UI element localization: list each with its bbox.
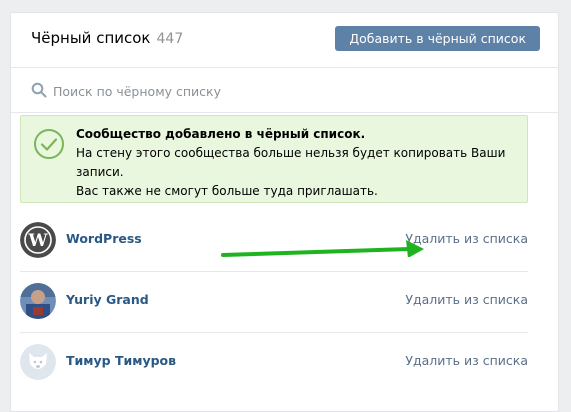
avatar[interactable] bbox=[20, 283, 56, 319]
notice-line-1: На стену этого сообщества больше нельзя … bbox=[76, 146, 506, 179]
avatar[interactable]: W bbox=[20, 222, 56, 258]
remove-from-list-link[interactable]: Удалить из списка bbox=[405, 353, 528, 368]
svg-text:W: W bbox=[27, 231, 48, 251]
checkmark-circle-icon bbox=[34, 129, 64, 159]
list-item: Yuriy Grand Удалить из списка bbox=[20, 272, 528, 333]
page-title: Чёрный список 447 bbox=[31, 29, 183, 47]
notice-message: Сообщество добавлено в чёрный список. На… bbox=[76, 125, 517, 201]
notice-title: Сообщество добавлено в чёрный список. bbox=[76, 127, 366, 141]
blacklist-header: Чёрный список 447 Добавить в чёрный списо… bbox=[11, 13, 558, 68]
green-arrow-annotation bbox=[221, 240, 424, 257]
remove-from-list-link[interactable]: Удалить из списка bbox=[405, 292, 528, 307]
success-notice: Сообщество добавлено в чёрный список. На… bbox=[20, 115, 528, 203]
search-input[interactable] bbox=[51, 76, 535, 106]
list-item: Тимур Тимуров Удалить из списка bbox=[20, 333, 528, 393]
user-photo bbox=[20, 283, 56, 319]
blacklist-count: 447 bbox=[156, 31, 184, 47]
community-name[interactable]: WordPress bbox=[66, 231, 142, 246]
user-name[interactable]: Yuriy Grand bbox=[66, 292, 149, 307]
page-title-text: Чёрный список bbox=[31, 29, 151, 47]
user-name[interactable]: Тимур Тимуров bbox=[66, 353, 176, 368]
wordpress-logo-icon: W bbox=[20, 222, 56, 258]
notice-line-2: Вас также не смогут больше туда приглаша… bbox=[76, 184, 378, 198]
add-to-blacklist-button[interactable]: Добавить в чёрный список bbox=[335, 26, 540, 51]
search-bar bbox=[11, 68, 558, 113]
default-dog-avatar-icon bbox=[20, 344, 56, 380]
search-icon bbox=[31, 82, 47, 98]
avatar[interactable] bbox=[20, 344, 56, 380]
